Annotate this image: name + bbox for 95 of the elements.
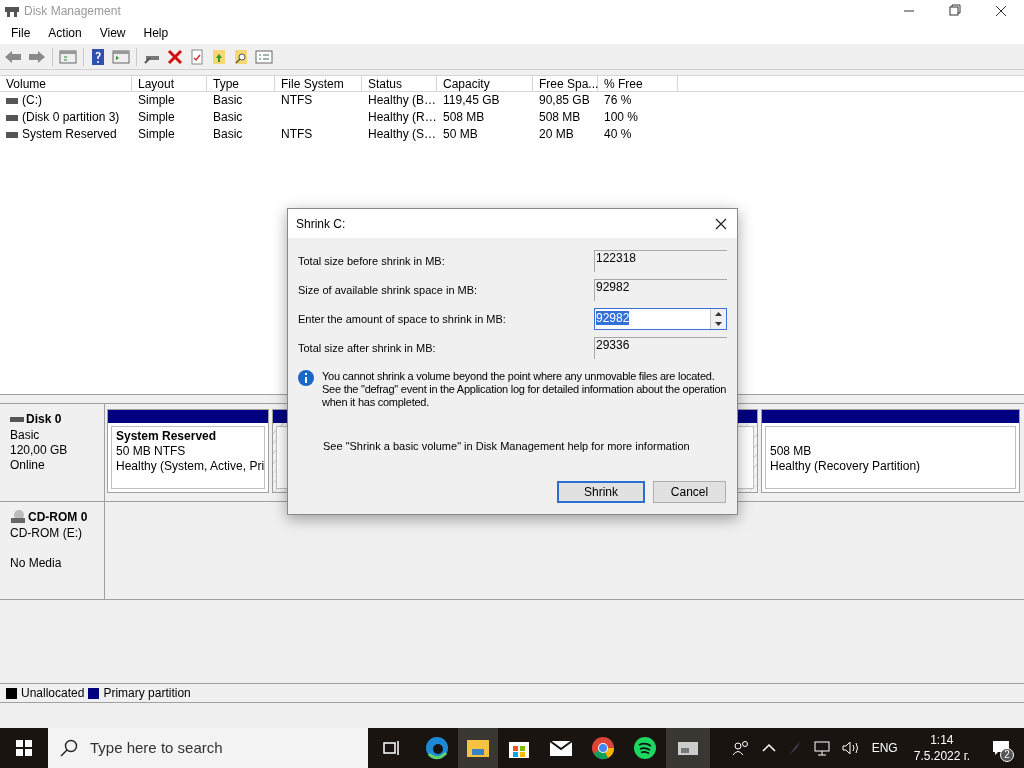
menu-item[interactable]: View [90,24,135,42]
folder-up-icon[interactable] [211,48,227,65]
start-icon[interactable] [16,740,32,756]
cancel-button[interactable]: Cancel [653,480,726,503]
dialog-title: Shrink C: [296,215,346,233]
menu-item[interactable]: Help [134,24,178,42]
table-cell: (C:) [22,92,42,109]
window-title: Disk Management [24,3,121,20]
close-icon[interactable] [715,217,727,230]
partition-info: 508 MB [770,444,813,459]
table-cell: 100 % [604,109,639,126]
legend-label: Primary partition [103,685,191,702]
partition-title: System Reserved [116,429,218,444]
table-cell: 50 MB [443,126,478,143]
speaker-icon[interactable] [841,740,860,756]
drive-icon [6,114,18,121]
field-label: Size of available shrink space in MB: [298,282,478,298]
table-cell: Healthy (R… [368,109,437,126]
disk-info: CD-ROM (E:) [10,526,83,541]
field-label: Total size after shrink in MB: [298,340,436,356]
table-cell: System Reserved [22,126,117,143]
taskbar-search-box[interactable]: Type here to search [48,728,368,768]
help-text: See "Shrink a basic volume" in Disk Management help for more information [322,439,691,454]
delete-icon[interactable] [167,48,183,65]
drive-icon [10,416,24,422]
table-cell: 90,85 GB [539,92,590,109]
column-header[interactable]: File System [275,76,362,91]
partition-block[interactable]: 508 MB Healthy (Recovery Partition) [761,409,1020,493]
disk-name: Disk 0 [26,411,62,428]
table-cell: Healthy (S… [368,126,437,143]
back-icon[interactable] [4,48,22,65]
table-cell: 40 % [604,126,632,143]
table-cell: Simple [138,126,175,143]
table-cell: Simple [138,92,175,109]
legend-label: Unallocated [21,685,85,702]
people-icon[interactable] [731,740,750,756]
search-icon [60,739,78,757]
value-field: 29336 [594,337,727,359]
column-header[interactable]: % Free [598,76,678,91]
table-cell: Basic [213,126,243,143]
table-cell: 508 MB [539,109,581,126]
column-header[interactable]: Status [362,76,437,91]
folder-icon[interactable] [466,738,490,758]
partition-block[interactable]: System Reserved 50 MB NTFS Healthy (System, Active, Pri [107,409,269,493]
value-field: 122318 [594,250,727,272]
cd-drive-icon [10,510,26,524]
disk-info: 120,00 GB [10,443,69,458]
column-header[interactable]: Type [207,76,275,91]
column-header[interactable]: Volume [0,76,132,91]
table-cell: (Disk 0 partition 3) [22,109,120,126]
folder-search-icon[interactable] [233,48,249,65]
menu-item[interactable]: Action [39,24,91,42]
drive-icon [6,97,18,104]
menu-item[interactable]: File [2,24,40,42]
column-header[interactable]: Free Spa... [533,76,598,91]
disk-info: Online [10,458,46,473]
partition-info: Healthy (Recovery Partition) [770,459,922,474]
table-cell: 508 MB [443,109,485,126]
column-header[interactable]: Layout [132,76,207,91]
table-cell: Basic [213,92,243,109]
mail-icon[interactable] [549,739,573,757]
column-header[interactable]: Capacity [437,76,533,91]
clock[interactable]: 1:14 7.5.2022 г. [909,732,974,764]
info-message: You cannot shrink a volume beyond the point where any unmovable files are located. See the "defrag" event in the Application log for detailed information about the operation when it has completed. [322,370,727,409]
disk-name: CD-ROM 0 [28,509,88,526]
help-icon[interactable] [90,48,106,65]
shrink-button[interactable]: Shrink [557,480,645,503]
search-placeholder: Type here to search [90,737,223,758]
music-app-icon[interactable] [633,736,657,760]
browser-icon[interactable] [425,736,449,760]
field-label: Total size before shrink in MB: [298,253,445,269]
partition-info: 50 MB NTFS [116,444,187,459]
forward-icon[interactable] [28,48,46,65]
table-cell: NTFS [281,126,313,143]
drive-icon [6,131,18,138]
app-icon [4,4,20,18]
table-cell: Healthy (B… [368,92,437,109]
notification-count: 2 [1000,748,1014,762]
table-cell: NTFS [281,92,313,109]
info-icon [298,370,314,386]
disk-info: No Media [10,556,63,571]
chevron-up-icon[interactable] [761,743,776,753]
value-field: 92982 [594,279,727,301]
network-icon[interactable] [813,740,830,756]
table-cell: 76 % [604,92,632,109]
checked-document-icon[interactable] [189,48,205,65]
disk-info: Basic [10,428,41,443]
table-cell: Simple [138,109,175,126]
table-cell: 20 MB [539,126,574,143]
table-cell: 119,45 GB [443,92,500,109]
language-indicator[interactable]: ENG [871,739,898,757]
task-view-icon[interactable] [383,740,401,756]
field-label: Enter the amount of space to shrink in MB: [298,311,506,327]
chrome-icon[interactable] [591,736,615,760]
table-cell: Basic [213,109,243,126]
